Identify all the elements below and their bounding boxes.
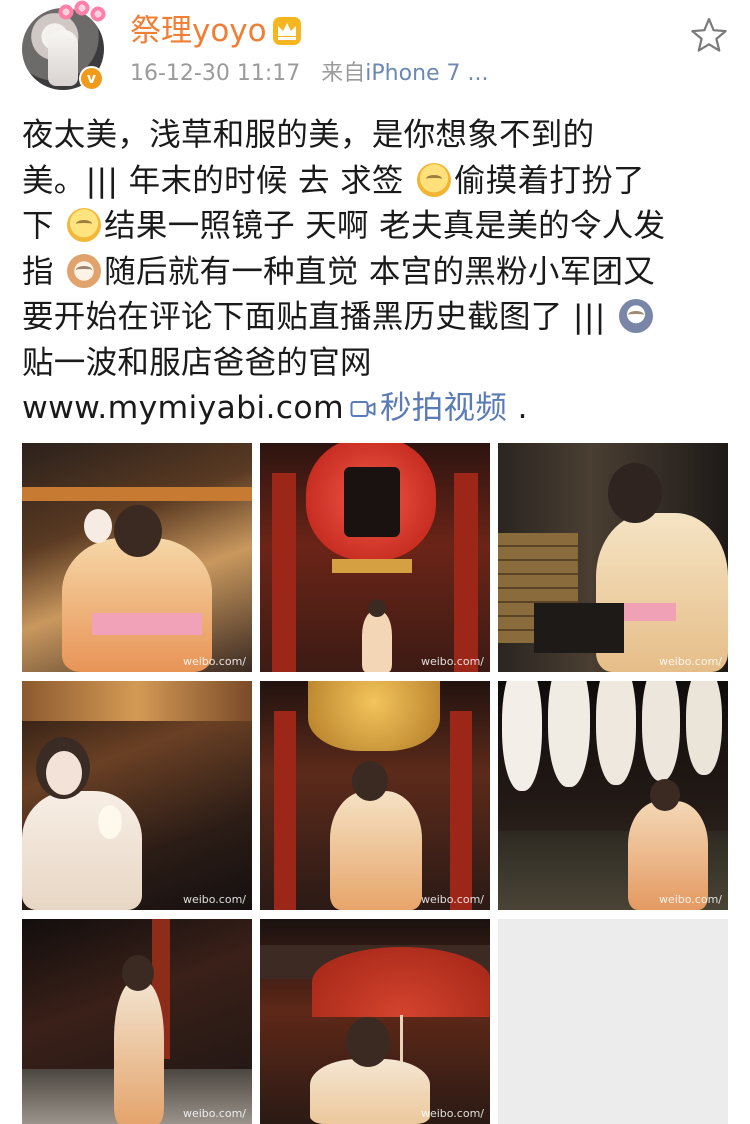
- photo-2[interactable]: weibo.com/: [260, 443, 490, 672]
- post-header: v 祭理yoyo 16-12-30 11:17 来自iPhone 7 ...: [0, 0, 750, 100]
- photo-3[interactable]: weibo.com/: [498, 443, 728, 672]
- text-line: 下 结果一照镜子 天啊 老夫真是美的令人发: [22, 208, 666, 244]
- video-link[interactable]: 秒拍视频: [380, 390, 507, 426]
- shock-emoji: [618, 299, 653, 333]
- watermark: weibo.com/: [182, 655, 246, 668]
- think-emoji: [67, 208, 102, 242]
- empty-slot: [498, 919, 728, 1124]
- watermark: weibo.com/: [658, 893, 722, 906]
- watermark: weibo.com/: [420, 893, 484, 906]
- watermark: weibo.com/: [182, 893, 246, 906]
- video-icon[interactable]: [350, 399, 376, 419]
- text-line: 贴一波和服店爸爸的官网: [22, 344, 372, 381]
- text-line: 要开始在评论下面贴直播黑历史截图了 |||: [22, 295, 732, 341]
- photo-8[interactable]: weibo.com/: [260, 919, 490, 1124]
- crown-icon: [273, 17, 301, 45]
- photo-6[interactable]: weibo.com/: [498, 681, 728, 910]
- trailing-period: .: [507, 390, 528, 426]
- sweat-emoji: [417, 162, 451, 197]
- text-line: www.mymiyabi.com 秒拍视频 .: [22, 386, 732, 432]
- avatar-figure: [48, 30, 78, 86]
- flower-decoration: [58, 0, 110, 26]
- text-line: 美。||| 年末的时候 去 求签 偷摸着打扮了: [22, 162, 645, 199]
- timestamp: 16-12-30 11:17: [130, 61, 301, 86]
- text-line: 指 随后就有一种直觉 本宫的黑粉小军团又: [22, 253, 656, 290]
- username[interactable]: 祭理yoyo: [130, 12, 267, 50]
- source-link[interactable]: iPhone 7 ...: [365, 61, 488, 86]
- watermark: weibo.com/: [420, 655, 484, 668]
- star-icon[interactable]: [690, 16, 728, 54]
- text-line: 夜太美，浅草和服的美，是你想象不到的: [22, 117, 595, 153]
- photo-4[interactable]: weibo.com/: [22, 681, 252, 910]
- source-prefix: 来自: [321, 61, 366, 86]
- watermark: weibo.com/: [420, 1107, 484, 1120]
- photo-1[interactable]: weibo.com/: [22, 443, 252, 672]
- photo-5[interactable]: weibo.com/: [260, 681, 490, 910]
- watermark: weibo.com/: [658, 655, 722, 668]
- cat-emoji: [67, 253, 102, 288]
- post-text: 夜太美，浅草和服的美，是你想象不到的 美。||| 年末的时候 去 求签 偷摸着打…: [22, 113, 732, 432]
- photo-7[interactable]: weibo.com/: [22, 919, 252, 1124]
- shop-url[interactable]: www.mymiyabi.com: [22, 390, 344, 426]
- post-meta: 16-12-30 11:17 来自iPhone 7 ...: [130, 59, 489, 89]
- watermark: weibo.com/: [182, 1107, 246, 1120]
- verified-icon: v: [79, 66, 104, 91]
